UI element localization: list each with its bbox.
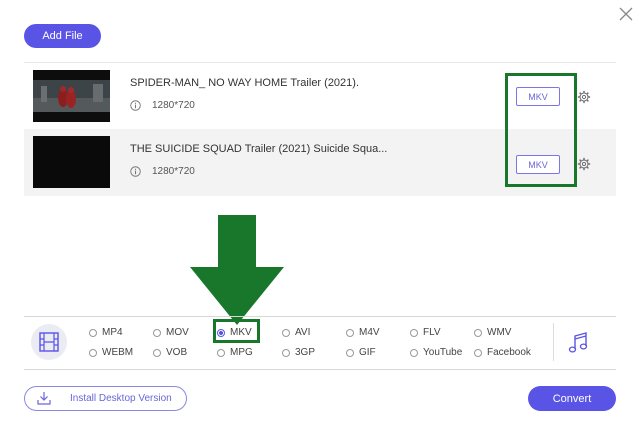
radio-button[interactable] bbox=[89, 348, 97, 357]
file-name: SPIDER-MAN_ NO WAY HOME Trailer (2021). bbox=[130, 77, 360, 89]
file-resolution: 1280*720 bbox=[152, 166, 195, 177]
file-resolution: 1280*720 bbox=[152, 100, 195, 111]
format-option-vob[interactable]: VOB bbox=[153, 347, 187, 358]
format-bar bbox=[24, 316, 616, 370]
format-option-wmv[interactable]: WMV bbox=[474, 327, 511, 338]
format-option-mp4[interactable]: MP4 bbox=[89, 327, 123, 338]
gear-icon[interactable] bbox=[577, 90, 591, 104]
radio-button[interactable] bbox=[217, 348, 225, 357]
arrow-down-icon bbox=[190, 215, 284, 325]
spiderman-thumbnail-image bbox=[33, 70, 110, 122]
info-icon[interactable] bbox=[130, 166, 141, 177]
format-option-avi[interactable]: AVI bbox=[282, 327, 310, 338]
format-highlight-box bbox=[505, 73, 577, 187]
radio-button[interactable] bbox=[346, 348, 354, 357]
format-option-webm[interactable]: WEBM bbox=[89, 347, 133, 358]
radio-button[interactable] bbox=[474, 348, 482, 357]
convert-button[interactable]: Convert bbox=[528, 386, 616, 411]
video-thumbnail bbox=[33, 136, 110, 188]
radio-button[interactable] bbox=[282, 328, 290, 337]
video-format-tab[interactable] bbox=[31, 324, 67, 360]
info-icon[interactable] bbox=[130, 100, 141, 111]
format-option-facebook[interactable]: Facebook bbox=[474, 347, 531, 358]
add-file-button[interactable]: Add File bbox=[24, 24, 101, 48]
format-option-mpg[interactable]: MPG bbox=[217, 347, 253, 358]
radio-button[interactable] bbox=[474, 328, 482, 337]
radio-button[interactable] bbox=[153, 328, 161, 337]
format-option-gif[interactable]: GIF bbox=[346, 347, 376, 358]
format-option-3gp[interactable]: 3GP bbox=[282, 347, 315, 358]
video-thumbnail bbox=[33, 70, 110, 122]
format-option-flv[interactable]: FLV bbox=[410, 327, 441, 338]
radio-button[interactable] bbox=[282, 348, 290, 357]
close-icon[interactable] bbox=[618, 6, 634, 22]
format-option-youtube[interactable]: YouTube bbox=[410, 347, 462, 358]
gear-icon[interactable] bbox=[577, 157, 591, 171]
download-icon bbox=[37, 392, 51, 405]
music-note-icon[interactable] bbox=[567, 331, 589, 355]
radio-button[interactable] bbox=[410, 348, 418, 357]
radio-button[interactable] bbox=[153, 348, 161, 357]
divider bbox=[553, 323, 554, 361]
install-desktop-button[interactable]: Install Desktop Version bbox=[24, 386, 187, 411]
radio-button[interactable] bbox=[410, 328, 418, 337]
radio-button[interactable] bbox=[89, 328, 97, 337]
install-desktop-label: Install Desktop Version bbox=[70, 393, 172, 404]
file-name: THE SUICIDE SQUAD Trailer (2021) Suicide… bbox=[130, 143, 388, 155]
film-icon bbox=[39, 332, 59, 352]
radio-button[interactable] bbox=[346, 328, 354, 337]
format-option-m4v[interactable]: M4V bbox=[346, 327, 380, 338]
mkv-highlight-box bbox=[213, 319, 260, 343]
format-option-mov[interactable]: MOV bbox=[153, 327, 189, 338]
